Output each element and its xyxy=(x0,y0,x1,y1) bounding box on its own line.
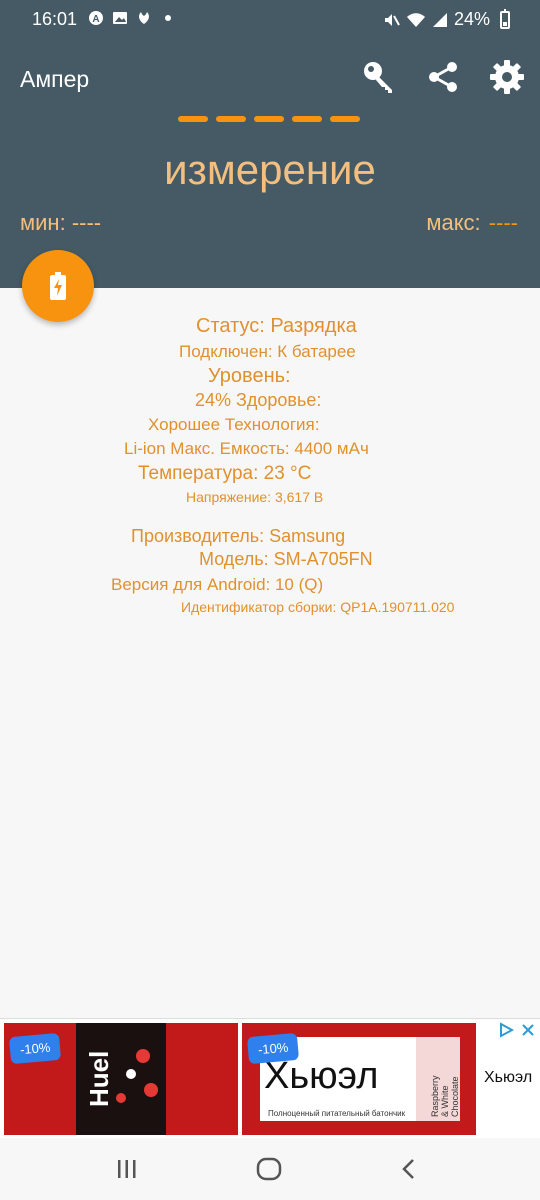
dash xyxy=(292,116,322,122)
level-label: Уровень: xyxy=(208,365,291,387)
ad-discount-tag: -10% xyxy=(8,1032,62,1065)
adchoices-icon[interactable] xyxy=(498,1022,514,1038)
measure-label: измерение xyxy=(164,146,376,193)
dot-icon xyxy=(165,15,171,21)
min-label-text: мин: xyxy=(20,210,66,235)
back-icon xyxy=(402,1159,414,1179)
min-value: ---- xyxy=(71,210,102,235)
status-left-icons: A xyxy=(88,10,176,26)
home-button[interactable] xyxy=(254,1154,284,1184)
min-label: мин: ---- xyxy=(20,210,101,236)
max-value: ---- xyxy=(488,210,518,235)
app-header: Ампер измерение мин: ---- макс: ---- xyxy=(0,38,540,288)
ad-bar-title: Хьюэл xyxy=(264,1055,379,1097)
ad-product-pack: Huel xyxy=(76,1023,166,1135)
berry-icon xyxy=(126,1069,136,1079)
status-bar: 16:01 A 24% xyxy=(0,0,540,38)
recents-button[interactable] xyxy=(112,1154,142,1184)
battery-charging-icon xyxy=(50,272,66,300)
key-button[interactable] xyxy=(360,58,398,96)
tech-capacity-text: Li-ion Макс. Емкость: 4400 мАч xyxy=(124,439,369,458)
status-text: Статус: Разрядка xyxy=(196,315,357,337)
model-text: Модель: SM-A705FN xyxy=(199,549,373,569)
mute-icon xyxy=(384,13,400,26)
gallery-icon xyxy=(113,12,127,24)
app-title: Ампер xyxy=(20,66,90,92)
battery-percent: 24% xyxy=(453,9,490,29)
dash xyxy=(330,116,360,122)
measurement-dashes xyxy=(178,116,360,122)
voltage-text: Напряжение: 3,617 В xyxy=(186,489,324,505)
connected-text: Подключен: К батарее xyxy=(179,342,356,361)
ad-discount-tag: -10% xyxy=(246,1032,300,1065)
max-label-text: макс: xyxy=(426,210,481,235)
close-icon[interactable] xyxy=(520,1022,536,1038)
leaf-icon xyxy=(139,12,149,24)
ad-bar-subtitle: Полноценный питательный батончик xyxy=(268,1109,406,1118)
ad-bar-side: Raspberry & White Chocolate xyxy=(416,1037,460,1121)
battery-icon xyxy=(500,8,510,29)
android-version-text: Версия для Android: 10 (Q) xyxy=(111,575,324,594)
system-nav-bar xyxy=(0,1138,540,1200)
ad-image-bar[interactable]: Хьюэл Полноценный питательный батончик R… xyxy=(242,1023,476,1135)
home-icon xyxy=(256,1157,282,1181)
temperature-text: Температура: 23 °C xyxy=(138,463,312,484)
settings-button[interactable] xyxy=(488,58,526,96)
signal-icon xyxy=(432,12,447,27)
back-button[interactable] xyxy=(394,1154,424,1184)
ad-controls xyxy=(498,1022,536,1038)
berry-icon xyxy=(116,1093,126,1103)
gear-icon xyxy=(490,60,524,94)
berry-icon xyxy=(144,1083,158,1097)
ad-product-name: Huel xyxy=(84,1050,114,1107)
health-tech-text: Хорошее Технология: xyxy=(148,415,320,434)
level-health-text: 24% Здоровье: xyxy=(195,390,322,410)
ad-image-product[interactable]: Huel -10% xyxy=(4,1023,238,1135)
ad-side-text[interactable]: Хьюэл xyxy=(484,1069,532,1087)
berry-icon xyxy=(136,1049,150,1063)
battery-fab[interactable] xyxy=(22,250,94,322)
dash xyxy=(216,116,246,122)
svg-text:A: A xyxy=(92,14,99,25)
wifi-icon xyxy=(406,12,425,27)
share-button[interactable] xyxy=(424,58,462,96)
dash xyxy=(178,116,208,122)
auto-icon: A xyxy=(89,11,103,25)
share-icon xyxy=(429,62,457,92)
dash xyxy=(254,116,284,122)
max-label: макс: ---- xyxy=(426,210,518,236)
recents-icon xyxy=(118,1160,136,1178)
status-time: 16:01 xyxy=(32,9,78,29)
ad-bar-flavor: Raspberry & White Chocolate xyxy=(430,1075,460,1117)
ad-banner[interactable]: Huel -10% Хьюэл Полноценный питательный … xyxy=(0,1018,540,1138)
manufacturer-text: Производитель: Samsung xyxy=(131,526,346,546)
build-id-text: Идентификатор сборки: QP1A.190711.020 xyxy=(181,599,455,615)
status-right: 24% xyxy=(382,8,510,30)
key-icon xyxy=(364,62,392,93)
header-actions xyxy=(360,58,526,96)
